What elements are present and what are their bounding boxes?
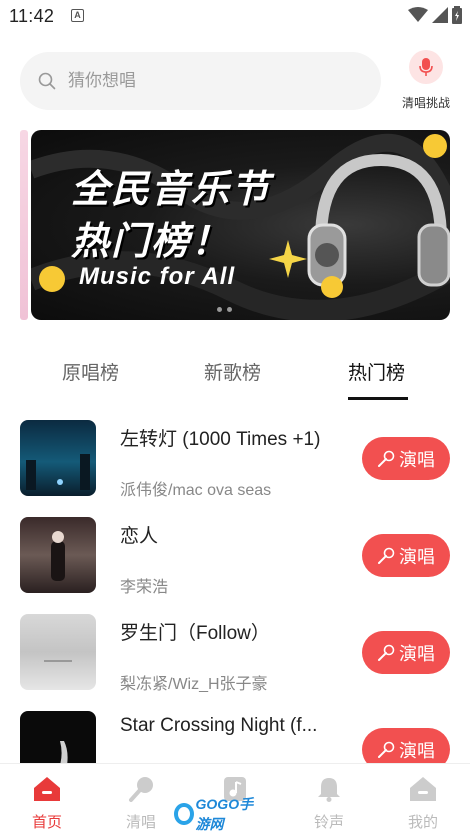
nav-acapella-label: 清唱 — [125, 814, 156, 831]
search-input[interactable] — [68, 52, 368, 110]
emoji-icon — [321, 276, 343, 298]
home-icon — [34, 777, 60, 801]
search-box[interactable] — [20, 52, 381, 110]
tab-hot[interactable]: 热门榜 — [348, 358, 405, 385]
watermark-icon — [174, 803, 194, 825]
sing-button-label: 演唱 — [399, 643, 435, 664]
emoji-icon — [39, 266, 65, 292]
nav-home-label: 首页 — [31, 814, 62, 831]
tab-new-songs[interactable]: 新歌榜 — [204, 358, 261, 385]
microphone-icon — [378, 547, 395, 564]
microphone-icon — [378, 450, 395, 467]
microphone-icon — [129, 777, 153, 802]
banner-title-line2: 热门榜！ — [71, 221, 232, 263]
emoji-icon — [423, 134, 447, 158]
nav-ringtone-label: 铃声 — [313, 814, 344, 831]
song-title: Star Crossing Night (f... — [120, 715, 318, 736]
sing-button-label: 演唱 — [399, 740, 435, 761]
nav-acapella[interactable]: 清唱 — [111, 776, 171, 832]
challenge-button[interactable]: 清唱挑战 — [396, 50, 456, 111]
song-title: 左转灯 (1000 Times +1) — [120, 429, 321, 450]
banner-title-line1: 全民音乐节 — [71, 169, 272, 211]
song-cover — [20, 420, 96, 496]
banner-pagination — [217, 307, 232, 312]
status-time: 11:42 — [9, 6, 55, 26]
battery-icon — [452, 6, 462, 24]
song-cover — [20, 517, 96, 593]
song-row[interactable]: 左转灯 (1000 Times +1) 派伟俊/mac ova seas 演唱 — [0, 420, 470, 500]
banner-prev-peek[interactable] — [20, 130, 28, 320]
song-title: 罗生门（Follow） — [120, 623, 270, 644]
microphone-icon — [378, 644, 395, 661]
song-row[interactable]: 罗生门（Follow） 梨冻紧/Wiz_H张子豪 演唱 — [0, 614, 470, 694]
tab-original[interactable]: 原唱榜 — [62, 358, 119, 385]
mic-icon — [409, 50, 443, 84]
microphone-icon — [378, 741, 395, 758]
bell-icon — [318, 778, 340, 802]
song-cover — [20, 614, 96, 690]
bottom-nav: 首页 清唱 铃声 我的 GOGO手游网 — [0, 763, 470, 835]
sing-button[interactable]: 演唱 — [362, 437, 450, 480]
sing-button-label: 演唱 — [399, 449, 435, 470]
search-icon — [38, 72, 56, 90]
nav-home[interactable]: 首页 — [17, 776, 77, 832]
status-icons — [408, 6, 462, 24]
song-artist: 李荣浩 — [120, 579, 169, 596]
wifi-icon — [408, 7, 428, 22]
watermark-text: GOGO手游网 — [195, 796, 254, 832]
sing-button-label: 演唱 — [399, 546, 435, 567]
song-row[interactable]: 恋人 李荣浩 演唱 — [0, 517, 470, 597]
tab-active-indicator — [348, 397, 408, 400]
watermark-logo: GOGO手游网 — [174, 796, 266, 832]
ranking-tabs: 原唱榜 新歌榜 热门榜 — [0, 352, 470, 402]
song-title: 恋人 — [120, 526, 159, 547]
sing-button[interactable]: 演唱 — [362, 534, 450, 577]
nav-mine[interactable]: 我的 — [393, 776, 453, 832]
status-bar: 11:42 A — [0, 0, 470, 34]
headphones-icon — [307, 153, 450, 287]
profile-icon — [410, 777, 436, 801]
song-artist: 梨冻紧/Wiz_H张子豪 — [120, 676, 268, 693]
sparkle-icon — [269, 240, 307, 278]
song-artist: 派伟俊/mac ova seas — [120, 482, 272, 499]
challenge-label: 清唱挑战 — [401, 96, 450, 110]
sing-button[interactable]: 演唱 — [362, 631, 450, 674]
nav-ringtone[interactable]: 铃声 — [299, 776, 359, 832]
signal-icon — [432, 7, 448, 23]
notification-icon: A — [71, 9, 84, 22]
banner-subtitle: Music for All — [79, 263, 236, 290]
nav-mine-label: 我的 — [407, 814, 438, 831]
banner[interactable]: 全民音乐节 热门榜！ Music for All — [31, 130, 450, 320]
